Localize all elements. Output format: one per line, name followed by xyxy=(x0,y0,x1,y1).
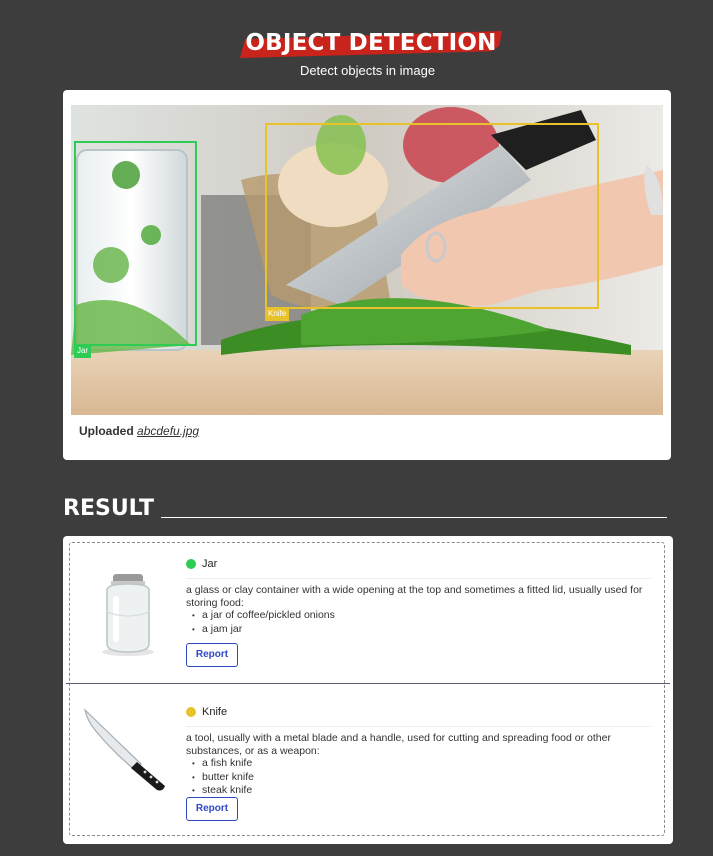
result-item-knife: Knife a tool, usually with a metal blade… xyxy=(63,684,673,844)
report-button[interactable]: Report xyxy=(186,797,238,821)
uploaded-label: Uploaded xyxy=(79,424,134,438)
upload-caption: Uploaded abcdefu.jpg xyxy=(79,424,199,438)
example-item: a jam jar xyxy=(202,623,656,637)
report-button[interactable]: Report xyxy=(186,643,238,667)
definition-text: a tool, usually with a metal blade and a… xyxy=(186,732,611,757)
title-banner: OBJECT DETECTION xyxy=(240,29,502,61)
example-item: a fish knife xyxy=(202,757,656,771)
result-item-jar: Jar a glass or clay container with a wid… xyxy=(63,536,673,684)
result-heading: RESULT xyxy=(63,496,155,521)
header: OBJECT DETECTION Detect objects in image xyxy=(0,0,713,90)
color-dot xyxy=(186,559,196,569)
result-name-row: Jar xyxy=(186,558,651,579)
result-description: a tool, usually with a metal blade and a… xyxy=(186,732,656,798)
knife-image xyxy=(84,708,165,791)
example-item: a jar of coffee/pickled onions xyxy=(202,609,656,623)
uploaded-filename-link[interactable]: abcdefu.jpg xyxy=(137,424,199,438)
example-item: butter knife xyxy=(202,771,656,785)
uploaded-image: Jar Knife xyxy=(71,105,663,415)
result-name: Jar xyxy=(202,558,218,570)
page-subtitle: Detect objects in image xyxy=(299,63,436,78)
upload-card: Jar Knife Uploaded abcdefu.jpg xyxy=(63,90,671,460)
bbox-label-knife: Knife xyxy=(265,307,290,321)
result-heading-rule xyxy=(161,517,667,518)
result-card: Jar a glass or clay container with a wid… xyxy=(63,536,673,844)
example-list: a jar of coffee/pickled onions a jam jar xyxy=(186,609,656,636)
page-title: OBJECT DETECTION xyxy=(245,30,497,56)
result-description: a glass or clay container with a wide op… xyxy=(186,584,656,636)
jar-image xyxy=(102,574,154,656)
example-item: steak knife xyxy=(202,784,656,798)
result-name-row: Knife xyxy=(186,706,651,727)
bbox-jar: Jar xyxy=(74,141,197,358)
bbox-label-jar: Jar xyxy=(74,344,92,358)
color-dot xyxy=(186,707,196,717)
example-list: a fish knife butter knife steak knife xyxy=(186,757,656,798)
result-name: Knife xyxy=(202,706,228,718)
bbox-knife: Knife xyxy=(265,123,599,321)
definition-text: a glass or clay container with a wide op… xyxy=(186,584,643,609)
